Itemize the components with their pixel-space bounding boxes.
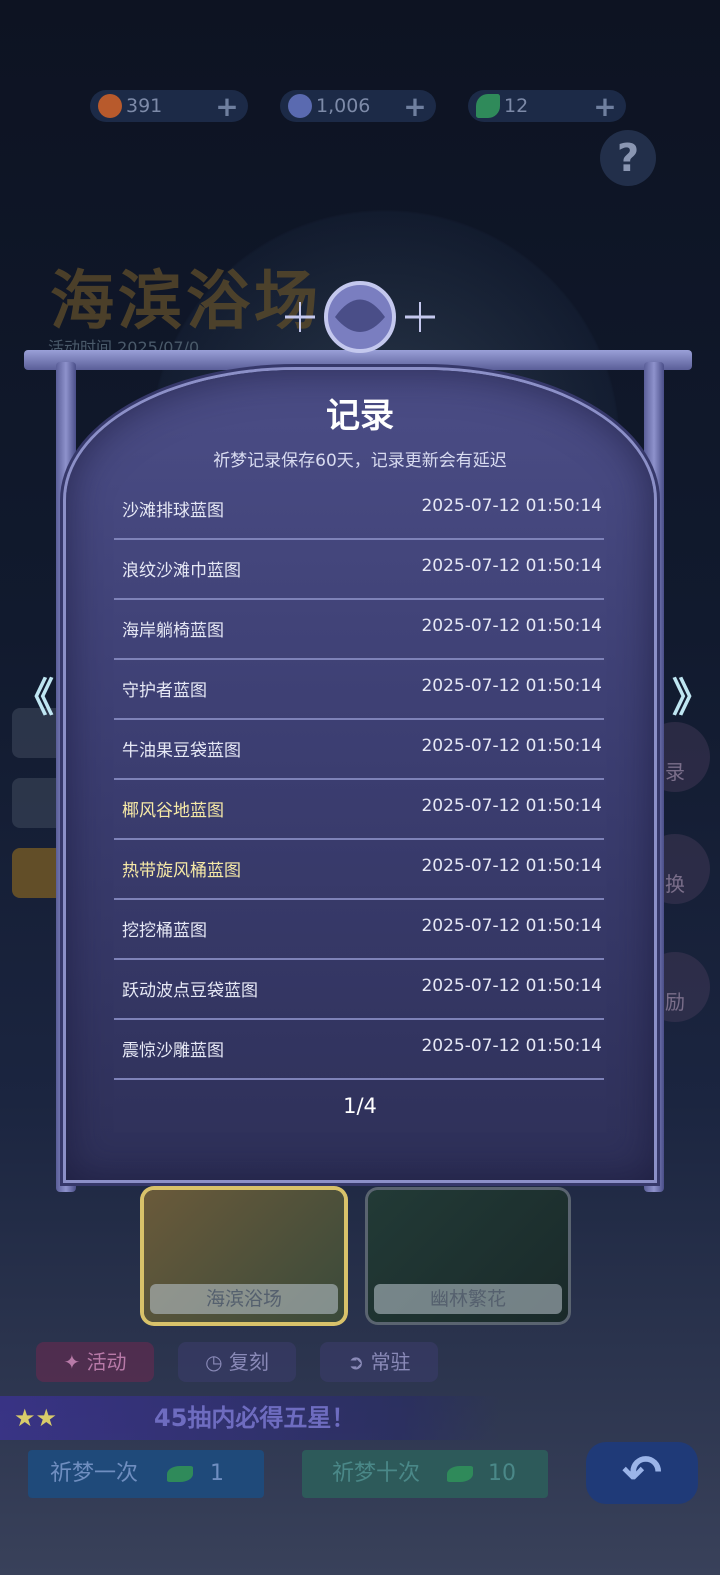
record-time: 2025-07-12 01:50:14 xyxy=(421,916,602,936)
tab-label: 复刻 xyxy=(228,1350,269,1374)
star-icon: ★★ xyxy=(14,1404,58,1432)
record-name: 热带旋风桶蓝图 xyxy=(122,861,241,881)
record-name: 椰风谷地蓝图 xyxy=(122,801,224,821)
dream-coin-icon xyxy=(98,94,122,118)
record-time: 2025-07-12 01:50:14 xyxy=(421,856,602,876)
leaf-ticket-icon xyxy=(167,1466,194,1482)
leaf-ticket-icon xyxy=(476,94,500,118)
record-name: 守护者蓝图 xyxy=(122,681,207,701)
record-time: 2025-07-12 01:50:14 xyxy=(421,676,602,696)
pull-once-button[interactable]: 祈梦一次 1 xyxy=(28,1450,264,1498)
record-row: 热带旋风桶蓝图 2025-07-12 01:50:14 xyxy=(114,838,604,900)
add-leaf-ticket-button[interactable]: + xyxy=(592,90,618,123)
record-name: 浪纹沙滩巾蓝图 xyxy=(122,561,241,581)
pull-ten-cost: 10 xyxy=(488,1461,517,1486)
leaf-ticket-icon xyxy=(447,1466,474,1482)
record-row: 守护者蓝图 2025-07-12 01:50:14 xyxy=(114,658,604,720)
tab-rerun[interactable]: ◷ 复刻 xyxy=(178,1342,296,1382)
pull-once-label: 祈梦一次 xyxy=(50,1461,139,1486)
clock-icon: ◷ xyxy=(205,1350,229,1374)
guarantee-banner: ★★ 45抽内必得五星！ xyxy=(0,1396,500,1440)
add-dream-coin-button[interactable]: + xyxy=(214,90,240,123)
modal-subtitle: 祈梦记录保存60天，记录更新会有延迟 xyxy=(213,451,507,471)
pull-ten-button[interactable]: 祈梦十次 10 xyxy=(302,1450,548,1498)
currency-value: 1,006 xyxy=(316,95,371,117)
record-time: 2025-07-12 01:50:14 xyxy=(421,496,602,516)
record-time: 2025-07-12 01:50:14 xyxy=(421,556,602,576)
record-name: 震惊沙雕蓝图 xyxy=(122,1041,224,1061)
record-name: 挖挖桶蓝图 xyxy=(122,921,207,941)
pull-once-cost: 1 xyxy=(210,1461,225,1486)
record-name: 沙滩排球蓝图 xyxy=(122,501,224,521)
record-time: 2025-07-12 01:50:14 xyxy=(421,1036,602,1056)
banner-label: 海滨浴场 xyxy=(150,1284,338,1314)
record-name: 海岸躺椅蓝图 xyxy=(122,621,224,641)
next-page-button[interactable]: 》 xyxy=(672,678,712,718)
currency-dream-coin: 391 + xyxy=(90,90,248,123)
record-row: 浪纹沙滩巾蓝图 2025-07-12 01:50:14 xyxy=(114,538,604,600)
currency-value: 12 xyxy=(504,95,529,117)
modal-title: 记录 xyxy=(326,396,394,436)
guarantee-text: 45抽内必得五星！ xyxy=(154,1404,356,1432)
tab-permanent[interactable]: ➲ 常驻 xyxy=(320,1342,438,1382)
record-name: 牛油果豆袋蓝图 xyxy=(122,741,241,761)
record-row: 震惊沙雕蓝图 2025-07-12 01:50:14 xyxy=(114,1018,604,1080)
record-row: 牛油果豆袋蓝图 2025-07-12 01:50:14 xyxy=(114,718,604,780)
moon-icon xyxy=(288,94,312,118)
record-row: 挖挖桶蓝图 2025-07-12 01:50:14 xyxy=(114,898,604,960)
record-row: 跃动波点豆袋蓝图 2025-07-12 01:50:14 xyxy=(114,958,604,1020)
record-row: 沙滩排球蓝图 2025-07-12 01:50:14 xyxy=(114,478,604,540)
tab-label: 活动 xyxy=(86,1350,127,1374)
record-time: 2025-07-12 01:50:14 xyxy=(421,976,602,996)
banner-label: 幽林繁花 xyxy=(374,1284,562,1314)
add-moon-button[interactable]: + xyxy=(402,90,428,123)
banner-beach[interactable]: 海滨浴场 xyxy=(144,1190,344,1322)
moon-emblem-icon xyxy=(285,281,435,353)
record-time: 2025-07-12 01:50:14 xyxy=(421,616,602,636)
record-row: 海岸躺椅蓝图 2025-07-12 01:50:14 xyxy=(114,598,604,660)
currency-value: 391 xyxy=(126,95,163,117)
prev-page-button[interactable]: 《 xyxy=(14,678,54,718)
record-row: 椰风谷地蓝图 2025-07-12 01:50:14 xyxy=(114,778,604,840)
tab-activity[interactable]: ✦ 活动 xyxy=(36,1342,154,1382)
record-time: 2025-07-12 01:50:14 xyxy=(421,736,602,756)
sparkle-icon: ✦ xyxy=(63,1350,87,1374)
currency-leaf-ticket: 12 + xyxy=(468,90,626,123)
tab-label: 常驻 xyxy=(370,1350,411,1374)
help-button[interactable]: ? xyxy=(600,130,656,186)
record-time: 2025-07-12 01:50:14 xyxy=(421,796,602,816)
swirl-icon: ➲ xyxy=(347,1350,371,1374)
record-name: 跃动波点豆袋蓝图 xyxy=(122,981,258,1001)
currency-moon: 1,006 + xyxy=(280,90,436,123)
return-arrow-icon[interactable]: ↶ xyxy=(586,1442,698,1504)
banner-forest[interactable]: 幽林繁花 xyxy=(368,1190,568,1322)
page-indicator: 1/4 xyxy=(343,1094,377,1118)
pull-ten-label: 祈梦十次 xyxy=(332,1461,421,1486)
